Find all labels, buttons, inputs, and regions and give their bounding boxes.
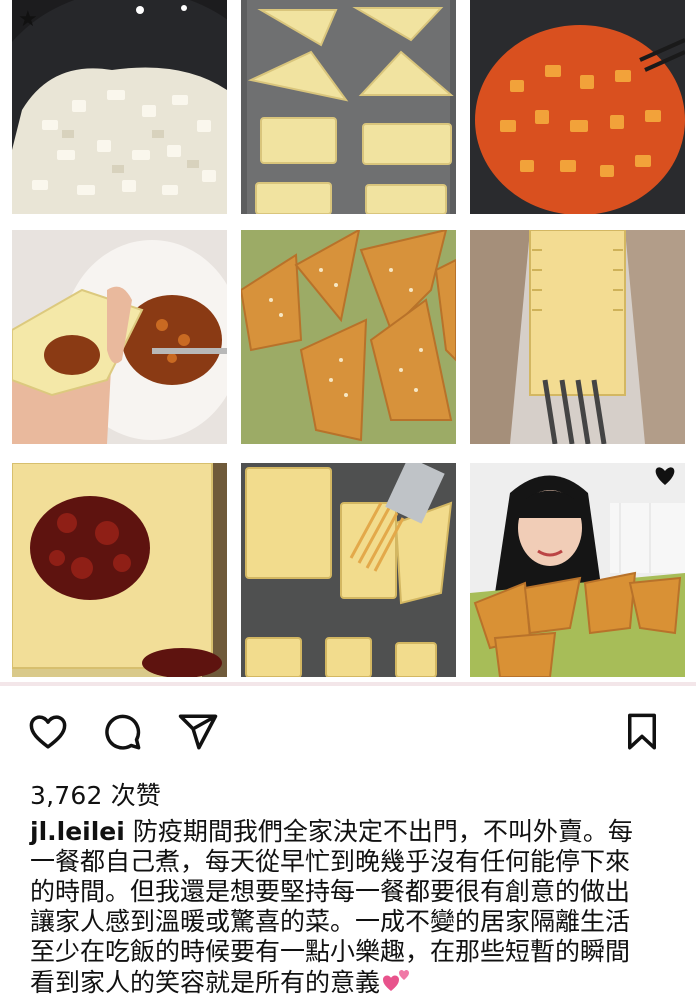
caption-line-1: jl.leilei 防疫期間我們全家決定不出門，不叫外賣。每: [30, 817, 633, 846]
photo-folded-pastries-on-tray[interactable]: [241, 0, 456, 214]
caption-line-5: 至少在吃飯的時候要有一點小樂趣，在那些短暫的瞬間: [30, 937, 631, 966]
photo-woman-with-pastries[interactable]: [470, 463, 685, 677]
like-button[interactable]: [26, 710, 70, 754]
share-button[interactable]: [176, 710, 220, 754]
bookmark-icon: [628, 713, 656, 750]
photo-onions-in-wok[interactable]: ★: [12, 0, 227, 214]
comment-bubble-icon: [105, 714, 141, 750]
like-count[interactable]: 3,762 次赞: [30, 776, 161, 812]
comment-button[interactable]: [100, 710, 144, 754]
photo-hand-holding-dough[interactable]: [12, 230, 227, 444]
save-button[interactable]: [620, 710, 664, 754]
caption-line-4: 讓家人感到溫暖或驚喜的菜。一成不變的居家隔離生活: [30, 907, 631, 936]
grid-divider: [0, 682, 696, 686]
username-link[interactable]: jl.leilei: [30, 817, 125, 846]
two-hearts-icon: [382, 967, 412, 1000]
post-caption: jl.leilei 防疫期間我們全家決定不出門，不叫外賣。每 一餐都自己煮，每天從…: [30, 817, 670, 1000]
heart-icon: [29, 715, 67, 749]
photo-brushing-egg-wash[interactable]: [241, 463, 456, 677]
photo-grid: ★: [0, 0, 696, 684]
caption-line-2: 一餐都自己煮，每天從早忙到晚幾乎沒有任何能停下來: [30, 847, 631, 876]
photo-fork-crimping-pastry[interactable]: [470, 230, 685, 444]
caption-line-3: 的時間。但我還是想要堅持每一餐都要很有創意的做出: [30, 877, 631, 906]
photo-jam-filling-on-dough[interactable]: [12, 463, 227, 677]
photo-tomato-filling-in-wok[interactable]: [470, 0, 685, 214]
action-bar: [0, 700, 696, 760]
paper-plane-icon: [178, 714, 218, 750]
svg-text:★: ★: [18, 7, 38, 32]
photo-baked-sesame-triangles[interactable]: [241, 230, 456, 444]
caption-line-6: 看到家人的笑容就是所有的意義: [30, 967, 670, 1000]
